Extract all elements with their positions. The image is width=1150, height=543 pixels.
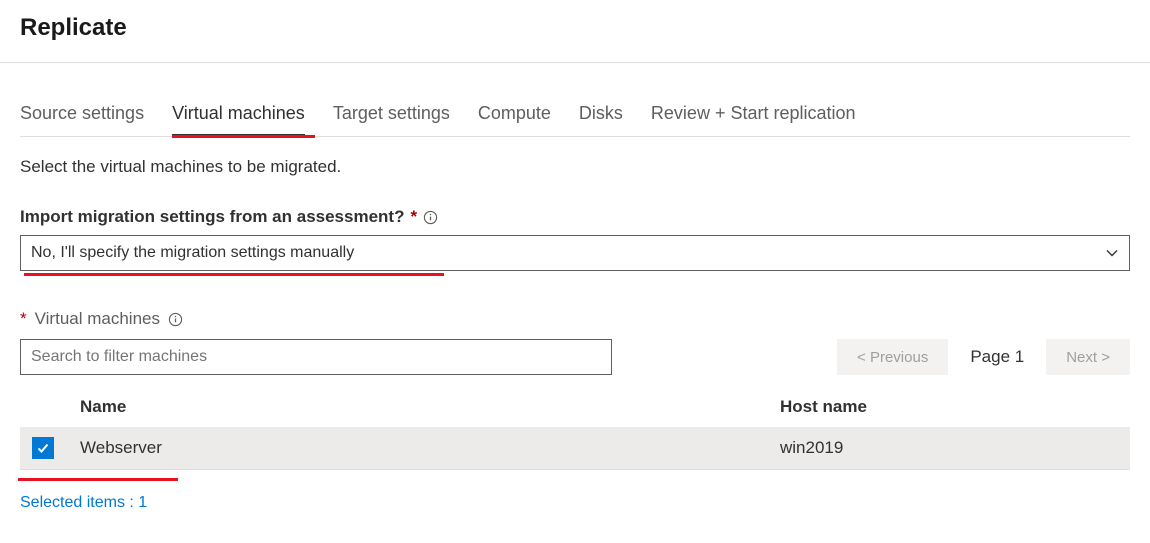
- info-icon[interactable]: [423, 210, 438, 225]
- selected-items-text: Selected items : 1: [20, 494, 1130, 512]
- col-host: Host name: [768, 387, 1130, 427]
- row-host: win2019: [768, 427, 1130, 470]
- previous-button[interactable]: < Previous: [837, 339, 948, 375]
- search-input[interactable]: [20, 339, 612, 375]
- vm-table: Name Host name Webserver win2019: [20, 387, 1130, 470]
- annotation-underline: [172, 135, 315, 138]
- tab-label: Virtual machines: [172, 103, 305, 123]
- dropdown-value: No, I'll specify the migration settings …: [31, 244, 354, 262]
- tab-disks[interactable]: Disks: [579, 103, 623, 137]
- row-name: Webserver: [80, 438, 162, 457]
- vm-section-label: * Virtual machines: [20, 309, 1130, 329]
- chevron-down-icon: [1105, 246, 1119, 260]
- next-button[interactable]: Next >: [1046, 339, 1130, 375]
- col-name: Name: [68, 387, 768, 427]
- required-star: *: [410, 207, 417, 227]
- page-title: Replicate: [20, 14, 1130, 42]
- instruction-text: Select the virtual machines to be migrat…: [20, 157, 1130, 177]
- required-star: *: [20, 309, 27, 329]
- tab-compute[interactable]: Compute: [478, 103, 551, 137]
- annotation-underline: [18, 478, 178, 481]
- annotation-underline: [24, 273, 444, 276]
- tab-source-settings[interactable]: Source settings: [20, 103, 144, 137]
- import-settings-dropdown[interactable]: No, I'll specify the migration settings …: [20, 235, 1130, 271]
- tab-review-start[interactable]: Review + Start replication: [651, 103, 856, 137]
- pager: < Previous Page 1 Next >: [837, 339, 1130, 375]
- import-settings-label: Import migration settings from an assess…: [20, 207, 1130, 227]
- page-indicator: Page 1: [970, 347, 1024, 367]
- tab-virtual-machines[interactable]: Virtual machines: [172, 103, 305, 137]
- tabs-bar: Source settings Virtual machines Target …: [20, 103, 1130, 137]
- col-checkbox: [20, 387, 68, 427]
- label-text: Virtual machines: [35, 309, 160, 329]
- table-header-row: Name Host name: [20, 387, 1130, 427]
- check-icon: [36, 441, 50, 455]
- info-icon[interactable]: [168, 312, 183, 327]
- label-text: Import migration settings from an assess…: [20, 207, 404, 227]
- controls-row: < Previous Page 1 Next >: [20, 339, 1130, 375]
- table-row[interactable]: Webserver win2019: [20, 427, 1130, 470]
- row-checkbox[interactable]: [32, 437, 54, 459]
- divider: [0, 62, 1150, 63]
- tab-target-settings[interactable]: Target settings: [333, 103, 450, 137]
